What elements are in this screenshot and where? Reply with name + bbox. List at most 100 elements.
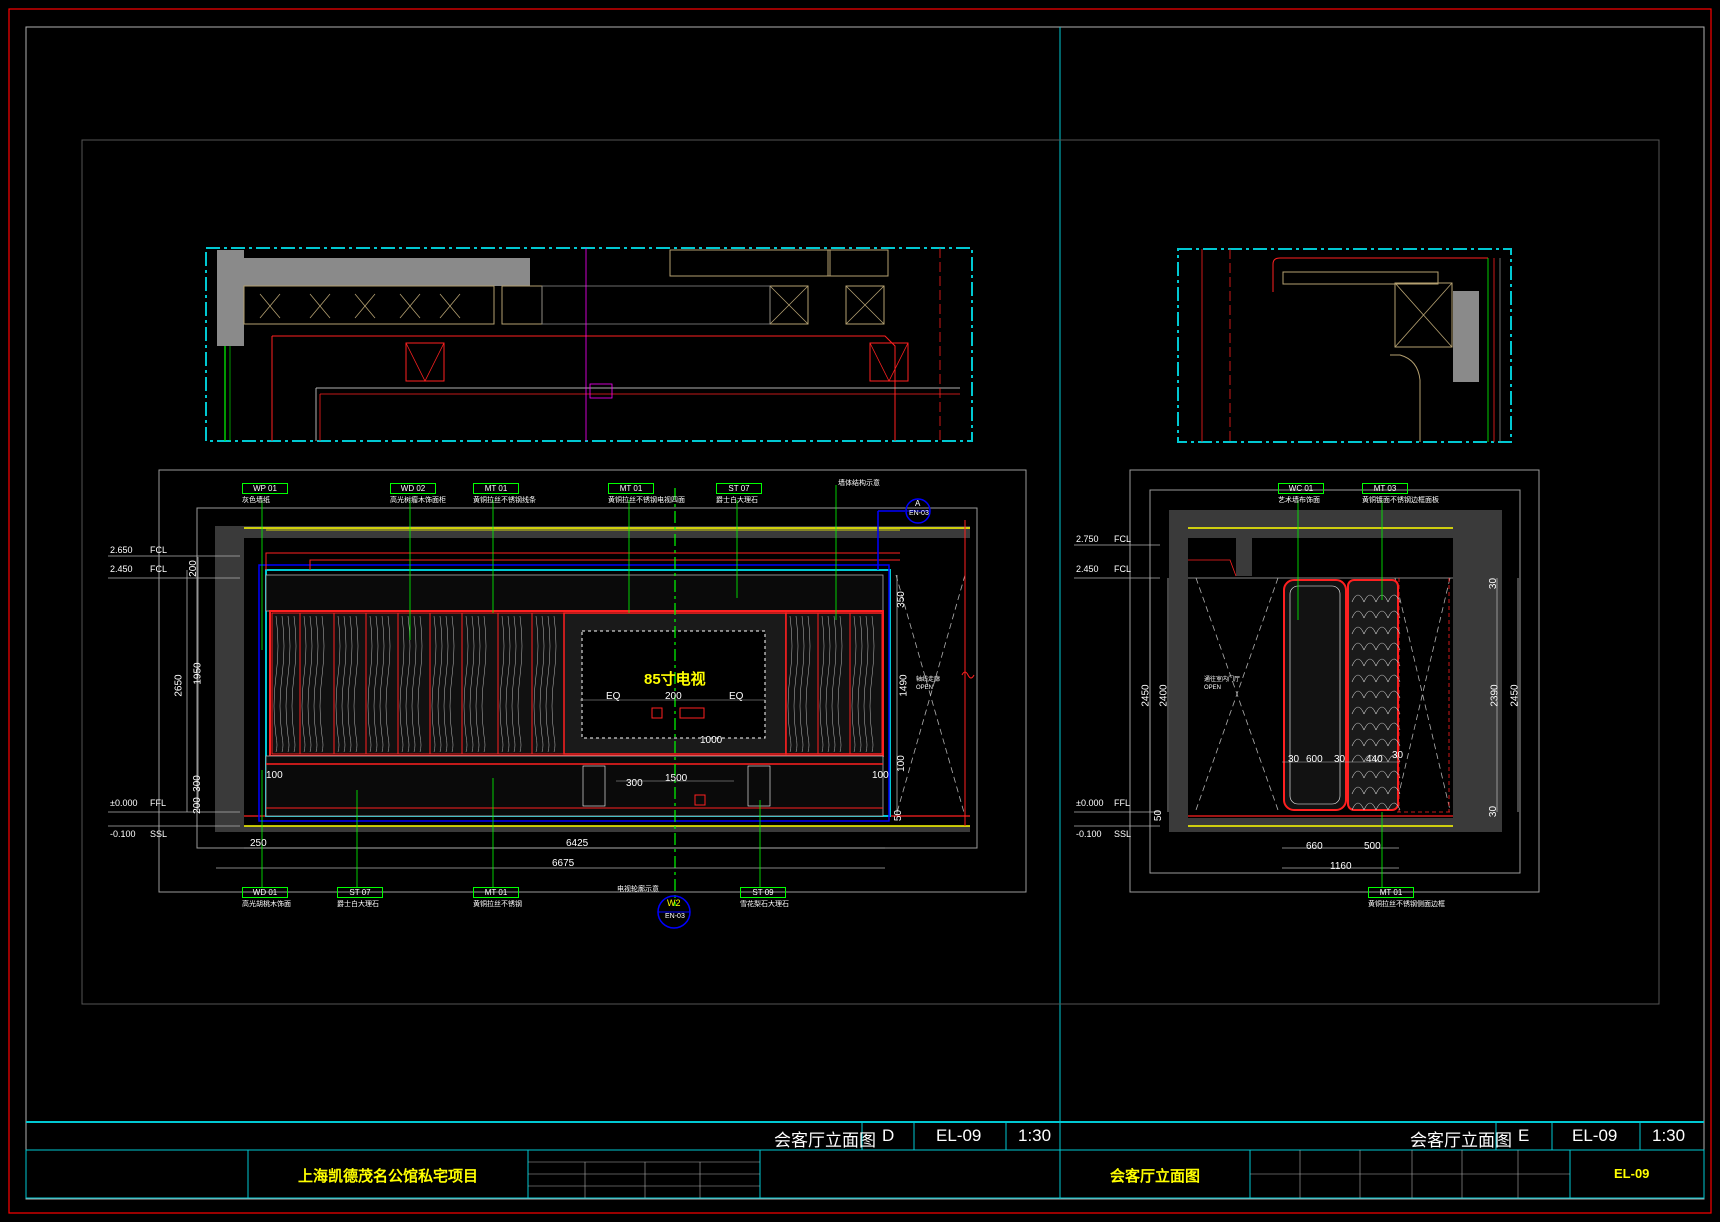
elevation-d-dims_inner-0: 100 (266, 770, 283, 781)
elevation-d-dims_right-2: 100 (895, 755, 907, 772)
elevation-e-dims_inner-0: 30 (1288, 754, 1300, 765)
tag-d-bottom-0-code: WD 01 (242, 887, 288, 898)
title-d-name: 会客厅立面图 (774, 1131, 876, 1150)
elevation-e-dims_inner-4: 30 (1392, 750, 1404, 761)
elevation-d-dims_right-3: 50 (893, 809, 905, 822)
tag-d-top-4-code: ST 07 (716, 483, 762, 494)
tag-d-bottom-3-code: ST 09 (740, 887, 786, 898)
note-wall-structure: 墙体结构示意 (838, 480, 880, 487)
elevation-d-level-0: 2.650 (110, 545, 133, 555)
elevation-e-dims_right-2: 2450 (1509, 684, 1521, 707)
elevation-d-dims_bottom-0: 250 (250, 838, 267, 849)
tag-d-bottom-2-code: MT 01 (473, 887, 519, 898)
elevation-e-dims_bottom-2: 1160 (1330, 861, 1352, 872)
elevation-e-dims_inner-1: 600 (1306, 754, 1323, 765)
elevation-e-dims_right-3: 30 (1488, 805, 1500, 818)
elevation-e-dims_bottom-0: 660 (1306, 841, 1323, 852)
elevation-d-dims_right-1: 1490 (898, 674, 910, 697)
elevation-e-dims_inner-2: 30 (1334, 754, 1346, 765)
elevation-e-level-3: -0.100 (1076, 829, 1102, 839)
tag-e-top-0-code: WC 01 (1278, 483, 1324, 494)
tag-d-bottom-0: WD 01 高光胡桃木饰面 (242, 887, 291, 909)
center-marker-ref: EN-03 (665, 913, 685, 920)
plan-view-e (1177, 248, 1512, 443)
elevation-e-level-1: 2.450 (1076, 564, 1099, 574)
elevation-e-dims_left-0: 2450 (1140, 684, 1152, 707)
tag-e-top-1: MT 03 黄铜镀面不锈钢边框面板 (1362, 483, 1439, 505)
cad-drawing-sheet (8, 8, 1712, 1214)
elevation-d-dims_left-4: 200 (191, 797, 203, 814)
elevation-e-dims_right-0: 30 (1488, 577, 1500, 590)
tag-e-bottom-0-code: MT 01 (1368, 887, 1414, 898)
open-label-e: 通往室内门厅 OPEN (1204, 677, 1241, 691)
tag-d-top-2-desc: 黄铜拉丝不锈钢线条 (473, 497, 536, 504)
tag-e-top-1-desc: 黄铜镀面不锈钢边框面板 (1362, 497, 1439, 504)
elevation-e-level-0: 2.750 (1076, 534, 1099, 544)
eq-right-label: EQ (729, 691, 744, 702)
tag-d-top-0-code: WP 01 (242, 483, 288, 494)
elevation-d-dims_inner-3: 1500 (665, 773, 688, 784)
tag-d-top-3: MT 01 黄铜拉丝不锈钢电视四面 (608, 483, 685, 505)
tv-label: 85寸电视 (644, 671, 706, 688)
title-e-scale: 1:30 (1652, 1126, 1686, 1145)
tag-d-bottom-1: ST 07 爵士白大理石 (337, 887, 383, 909)
elevation-d-level-tag-0: FCL (150, 545, 168, 555)
project-name: 上海凯德茂名公馆私宅项目 (298, 1168, 479, 1185)
elevation-d-dims_left-3: 300 (191, 775, 203, 792)
tag-d-bottom-3-desc: 雪花梨石大理石 (740, 901, 789, 908)
elevation-e-level-tag-3: SSL (1114, 829, 1132, 839)
tag-d-top-0: WP 01 灰色墙纸 (242, 483, 288, 505)
elevation-d-level-2: ±0.000 (110, 798, 138, 808)
elevation-e-dims_left-2: 50 (1153, 809, 1165, 822)
elevation-e (1074, 469, 1540, 893)
tag-d-bottom-1-desc: 爵士白大理石 (337, 901, 379, 908)
elevation-d-dims_inner-1: 100 (872, 770, 889, 781)
elevation-e-level-tag-2: FFL (1114, 798, 1131, 808)
tag-d-bottom-0-desc: 高光胡桃木饰面 (242, 901, 291, 908)
elevation-e-level-tag-0: FCL (1114, 534, 1132, 544)
section-marker-a-letter: A (915, 499, 921, 508)
tag-d-top-3-code: MT 01 (608, 483, 654, 494)
eq-left-label: EQ (606, 691, 621, 702)
tag-d-top-4: ST 07 爵士白大理石 (716, 483, 762, 505)
elevation-d-level-1: 2.450 (110, 564, 133, 574)
elevation-d-level-tag-2: FFL (150, 798, 167, 808)
tag-d-top-1: WD 02 高光树瘤木饰面柜 (390, 483, 446, 505)
elevation-d-dims_left-1: 2650 (173, 674, 185, 697)
elevation-e-dims_inner-3: 440 (1366, 754, 1383, 765)
tag-e-bottom-0-desc: 黄铜拉丝不锈钢侧面边框 (1368, 901, 1445, 908)
elevation-d-dims_inner-4: 1000 (700, 735, 723, 746)
elevation-d-level-tag-1: FCL (150, 564, 168, 574)
elevation-e-level-2: ±0.000 (1076, 798, 1104, 808)
title-e-name: 会客厅立面图 (1410, 1131, 1512, 1150)
elevation-d-level-3: -0.100 (110, 829, 136, 839)
elevation-d-dims_left-0: 200 (187, 560, 199, 577)
sheet-number: EL-09 (1614, 1166, 1650, 1181)
title-d-letter: D (882, 1126, 895, 1145)
tag-d-top-2-code: MT 01 (473, 483, 519, 494)
tag-d-bottom-3: ST 09 雪花梨石大理石 (740, 887, 789, 909)
tv-gap-dim: 200 (665, 691, 682, 702)
plan-view-d (205, 247, 973, 442)
tag-d-top-0-desc: 灰色墙纸 (242, 497, 270, 504)
title-e-sheet: EL-09 (1572, 1126, 1618, 1145)
tag-e-top-1-code: MT 03 (1362, 483, 1408, 494)
tag-e-top-0: WC 01 艺术墙布饰面 (1278, 483, 1324, 505)
title-e-letter: E (1518, 1126, 1530, 1145)
elevation-e-dims_right-1: 2390 (1489, 684, 1501, 707)
tag-d-bottom-2: MT 01 黄铜拉丝不锈钢 (473, 887, 522, 909)
note-tv-outline: 电视轮廓示意 (617, 886, 659, 893)
tag-e-bottom-0: MT 01 黄铜拉丝不锈钢侧面边框 (1368, 887, 1445, 909)
elevation-e-level-tag-1: FCL (1114, 564, 1132, 574)
elevation-e-dims_left-1: 2400 (1158, 684, 1170, 707)
elevation-d-dims_left-2: 1950 (192, 662, 204, 685)
elevation-d-dims_right-0: 350 (895, 591, 907, 608)
elevation-e-dims_bottom-1: 500 (1364, 841, 1381, 852)
title-d-scale: 1:30 (1018, 1126, 1052, 1145)
center-marker-letter: W2 (667, 898, 681, 908)
tag-d-bottom-2-desc: 黄铜拉丝不锈钢 (473, 901, 522, 908)
tag-d-top-1-desc: 高光树瘤木饰面柜 (390, 497, 446, 504)
elevation-d-dims_bottom-2: 6675 (552, 858, 575, 869)
title-d-sheet: EL-09 (936, 1126, 982, 1145)
elevation-d-dims_bottom-1: 6425 (566, 838, 589, 849)
